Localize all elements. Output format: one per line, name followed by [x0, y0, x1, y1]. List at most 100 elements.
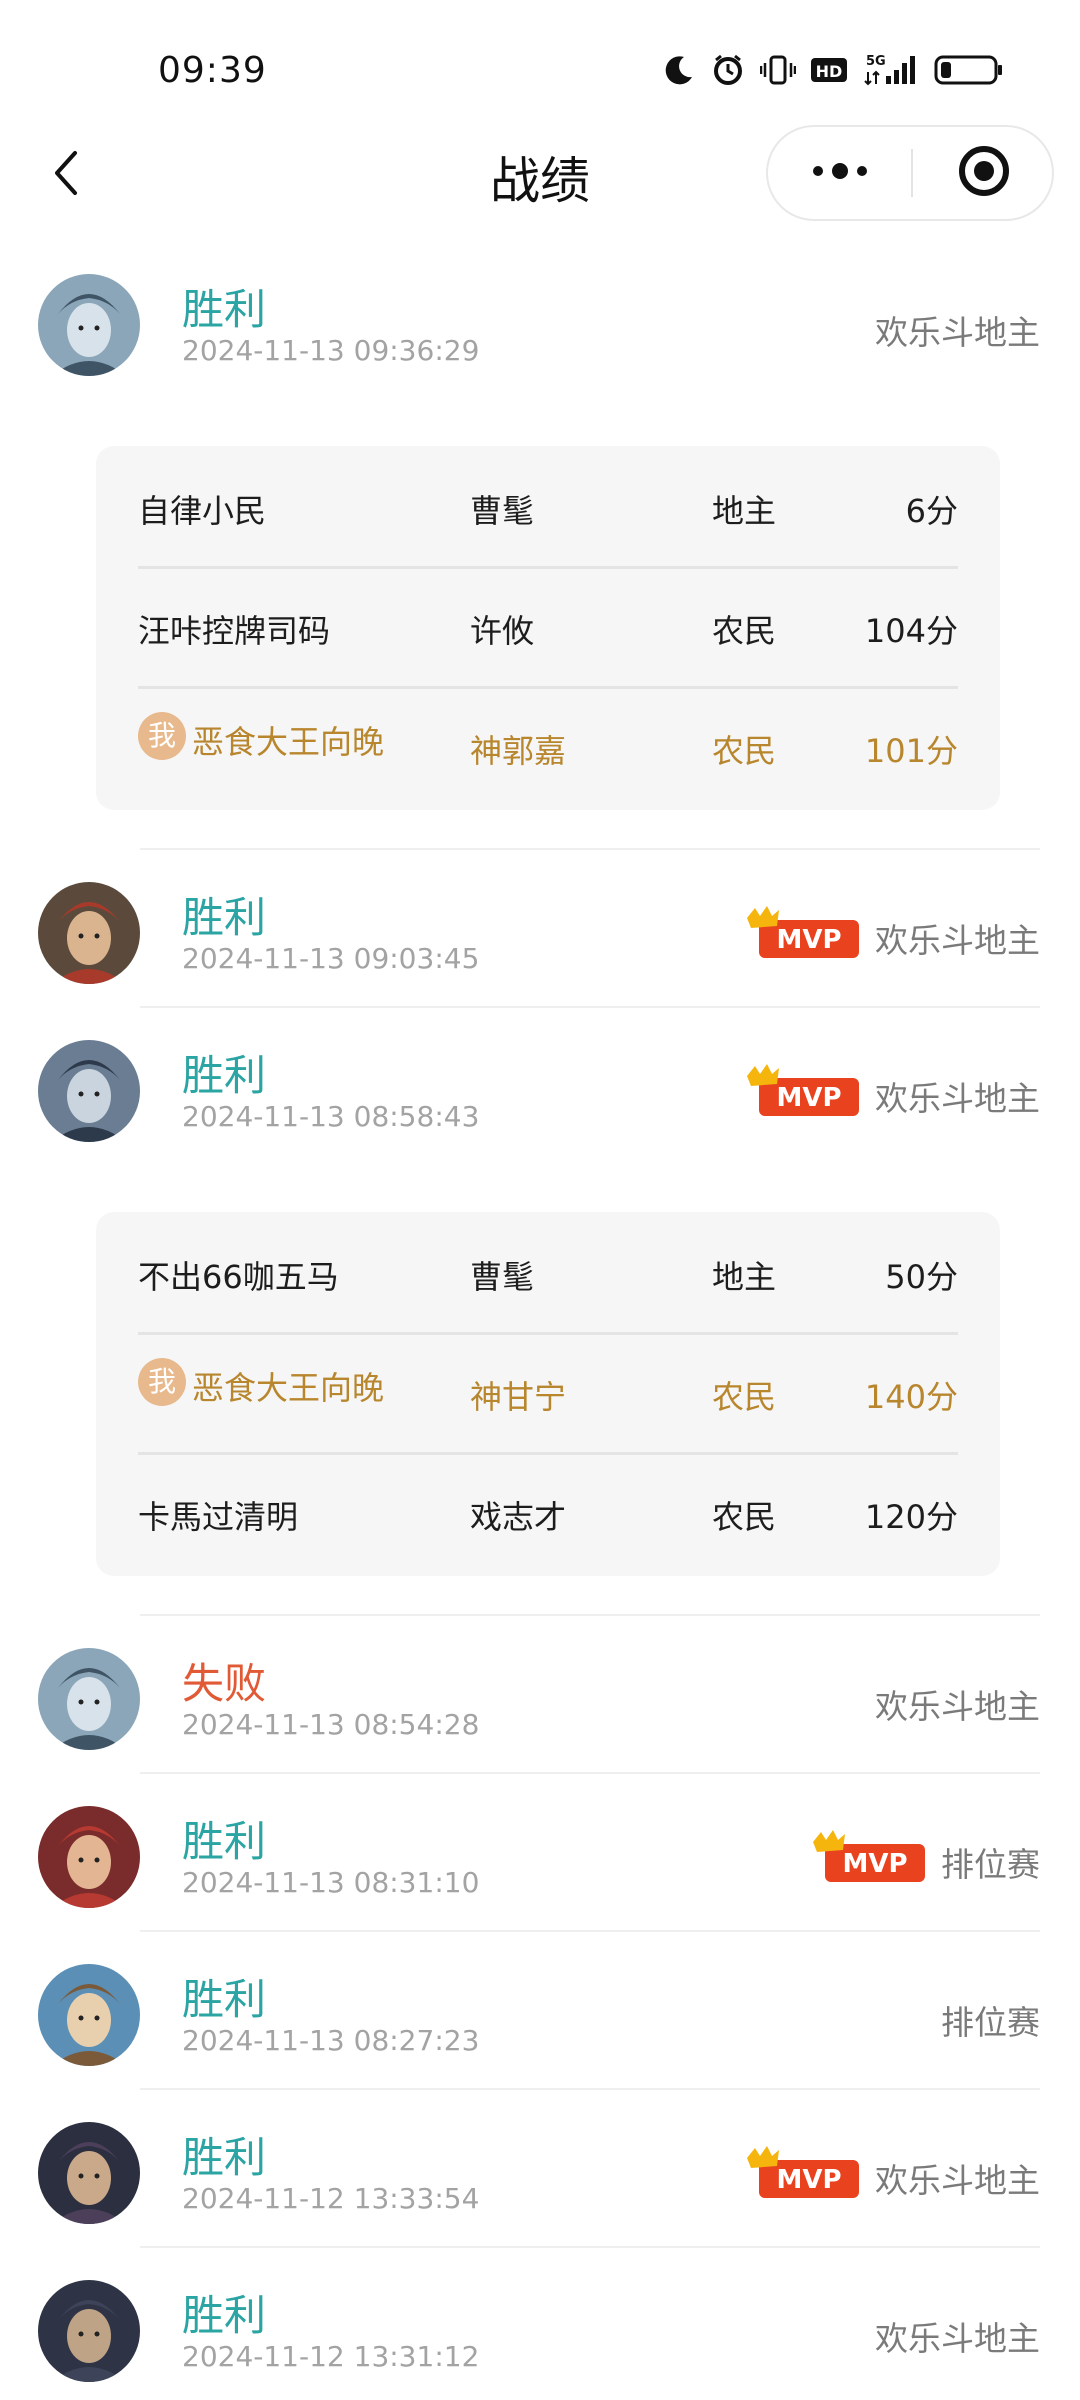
mvp-badge: MVP — [745, 2144, 861, 2200]
game-mode: 欢乐斗地主 — [875, 1687, 1040, 1726]
player-name: 自律小民 — [138, 486, 266, 532]
player-name-text: 卡馬过清明 — [138, 1498, 299, 1536]
record-item[interactable]: 胜利 2024-11-13 09:03:45 欢乐斗地主 MVP — [0, 858, 1080, 1008]
player-character: 许攸 — [470, 612, 535, 650]
player-row: 卡馬过清明 戏志才 农民 120分 — [138, 1452, 958, 1572]
result-label: 胜利 — [182, 1975, 267, 2024]
network-text: 5G — [866, 54, 886, 69]
avatar — [38, 274, 140, 376]
record-time: 2024-11-13 08:27:23 — [182, 2024, 480, 2057]
hd-icon: HD — [810, 55, 850, 85]
player-name-text: 汪咔控牌司码 — [138, 612, 331, 650]
mvp-text: MVP — [776, 2165, 841, 2195]
avatar — [38, 1040, 140, 1142]
game-mode: 欢乐斗地主 — [875, 2161, 1040, 2200]
record-item[interactable]: 失败 2024-11-13 08:54:28 欢乐斗地主 — [0, 1624, 1080, 1774]
player-row-me: 我恶食大王向晚 神郭嘉 农民 101分 — [138, 686, 958, 806]
list-divider — [140, 848, 1040, 850]
more-dots-icon — [810, 161, 870, 185]
list-divider — [140, 2088, 1040, 2090]
list-divider — [140, 2246, 1040, 2248]
player-row: 汪咔控牌司码 许攸 农民 104分 — [138, 566, 958, 686]
battery-icon — [934, 54, 1004, 86]
record-time: 2024-11-12 13:31:12 — [182, 2340, 480, 2373]
avatar — [38, 2280, 140, 2382]
game-mode: 欢乐斗地主 — [875, 2319, 1040, 2358]
player-role: 农民 — [712, 1378, 777, 1416]
moon-icon — [662, 53, 696, 87]
list-divider — [140, 1930, 1040, 1932]
hd-text: HD — [816, 62, 843, 81]
player-name-text: 恶食大王向晚 — [192, 723, 385, 761]
player-character: 神郭嘉 — [470, 732, 567, 770]
avatar — [38, 1648, 140, 1750]
close-button[interactable] — [913, 127, 1054, 219]
game-mode: 欢乐斗地主 — [875, 921, 1040, 960]
player-name: 卡馬过清明 — [138, 1492, 298, 1538]
game-mode: 欢乐斗地主 — [875, 313, 1040, 352]
record-item[interactable]: 胜利 2024-11-12 13:31:12 欢乐斗地主 — [0, 2256, 1080, 2400]
mvp-badge: MVP — [745, 1062, 861, 1118]
record-item[interactable]: 胜利 2024-11-13 08:58:43 欢乐斗地主 MVP — [0, 1016, 1080, 1166]
record-item[interactable]: 胜利 2024-11-13 08:27:23 排位赛 — [0, 1940, 1080, 2090]
player-character: 戏志才 — [470, 1498, 567, 1536]
player-score: 6分 — [905, 492, 958, 530]
player-role: 农民 — [712, 612, 777, 650]
record-item[interactable]: 胜利 2024-11-13 08:31:10 排位赛 MVP — [0, 1782, 1080, 1932]
player-name-text: 自律小民 — [138, 492, 267, 530]
avatar — [38, 2122, 140, 2224]
status-time: 09:39 — [158, 50, 267, 91]
list-divider — [140, 1772, 1040, 1774]
player-score: 101分 — [864, 732, 958, 770]
avatar — [38, 1806, 140, 1908]
record-time: 2024-11-13 08:31:10 — [182, 1866, 480, 1899]
mvp-badge: MVP — [811, 1828, 927, 1884]
result-label: 胜利 — [182, 893, 267, 942]
player-character: 神甘宁 — [470, 1378, 567, 1416]
status-bar: 09:39 HD 5G — [0, 0, 1080, 130]
record-time: 2024-11-13 08:54:28 — [182, 1708, 480, 1741]
nav-bar: 战绩 — [0, 125, 1080, 225]
game-mode: 排位赛 — [941, 2003, 1040, 2042]
avatar — [38, 882, 140, 984]
player-score: 50分 — [885, 1258, 958, 1296]
player-row: 自律小民 曹髦 地主 6分 — [138, 446, 958, 566]
player-role: 地主 — [712, 1258, 777, 1296]
player-character: 曹髦 — [470, 492, 535, 530]
player-score: 140分 — [864, 1378, 958, 1416]
result-label: 胜利 — [182, 1051, 267, 1100]
game-mode: 排位赛 — [941, 1845, 1040, 1884]
player-score: 120分 — [864, 1498, 958, 1536]
more-button[interactable] — [768, 127, 911, 219]
record-item[interactable]: 胜利 2024-11-13 09:36:29 欢乐斗地主 — [0, 250, 1080, 400]
player-row: 不出66咖五马 曹髦 地主 50分 — [138, 1212, 958, 1332]
player-name-text: 恶食大王向晚 — [192, 1369, 385, 1407]
signal-5g-icon: 5G — [864, 52, 920, 88]
result-label: 胜利 — [182, 2291, 267, 2340]
record-time: 2024-11-13 09:36:29 — [182, 334, 480, 367]
player-name: 汪咔控牌司码 — [138, 606, 330, 652]
match-detail-panel: 不出66咖五马 曹髦 地主 50分我恶食大王向晚 神甘宁 农民 140分 卡馬过清明 戏志才 农民… — [96, 1212, 1000, 1576]
result-label: 胜利 — [182, 1817, 267, 1866]
player-role: 农民 — [712, 1498, 777, 1536]
mini-program-capsule — [766, 125, 1054, 221]
player-name: 我恶食大王向晚 — [138, 712, 385, 764]
list-divider — [140, 1614, 1040, 1616]
game-mode: 欢乐斗地主 — [875, 1079, 1040, 1118]
player-role: 地主 — [712, 492, 777, 530]
mvp-text: MVP — [842, 1849, 907, 1879]
me-badge: 我 — [138, 712, 186, 760]
player-name: 不出66咖五马 — [138, 1252, 339, 1298]
list-divider — [140, 1006, 1040, 1008]
target-circle-icon — [956, 143, 1012, 203]
alarm-icon — [710, 52, 746, 88]
avatar — [38, 1964, 140, 2066]
result-label: 胜利 — [182, 2133, 267, 2182]
record-time: 2024-11-13 09:03:45 — [182, 942, 480, 975]
player-role: 农民 — [712, 732, 777, 770]
result-label: 胜利 — [182, 285, 267, 334]
player-score: 104分 — [864, 612, 958, 650]
status-icons: HD 5G — [662, 52, 1004, 88]
record-item[interactable]: 胜利 2024-11-12 13:33:54 欢乐斗地主 MVP — [0, 2098, 1080, 2248]
result-label: 失败 — [182, 1659, 267, 1708]
